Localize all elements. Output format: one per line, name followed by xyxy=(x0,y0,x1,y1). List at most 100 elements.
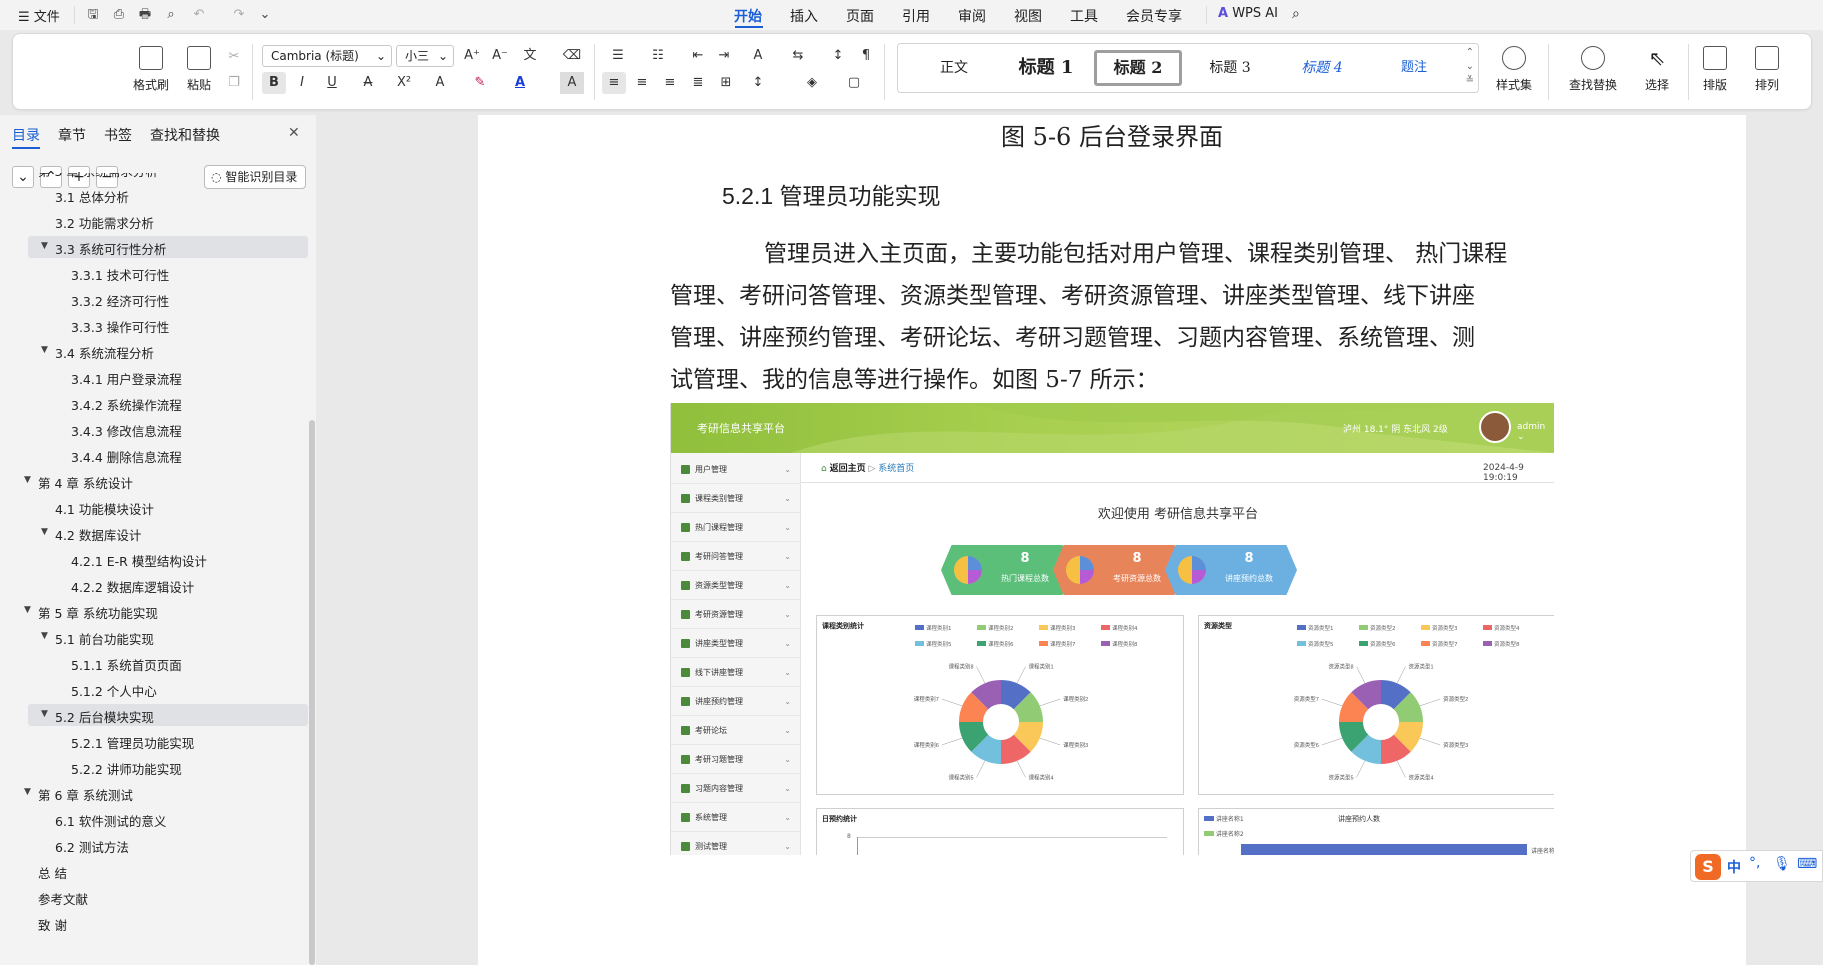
figure-menu-item[interactable]: 系统管理 ⌄ xyxy=(671,803,801,832)
expand-caret-icon[interactable]: ▼ xyxy=(24,605,31,615)
style-normal[interactable]: 正文 xyxy=(910,50,998,86)
phonetic-guide-icon[interactable]: 文 xyxy=(518,45,542,67)
expand-caret-icon[interactable]: ▼ xyxy=(24,787,31,797)
user-name[interactable]: admin ⌄ xyxy=(1517,422,1554,442)
superscript-icon[interactable]: X² xyxy=(392,72,416,94)
text-direction-icon[interactable]: ⇆ xyxy=(786,45,810,67)
expand-caret-icon[interactable]: ▼ xyxy=(41,631,48,641)
toc-item[interactable]: 3.1 总体分析 xyxy=(55,187,129,206)
figure-menu-item[interactable]: 热门课程管理 ⌄ xyxy=(671,513,801,542)
figure-menu-item[interactable]: 考研论坛 ⌄ xyxy=(671,716,801,745)
toc-item[interactable]: 3.3.2 经济可行性 xyxy=(71,291,169,310)
toc-item[interactable]: 4.2 数据库设计 xyxy=(55,525,141,544)
strikethrough-icon[interactable]: A xyxy=(356,72,380,94)
sort-icon[interactable]: ↕ xyxy=(826,45,850,67)
toc-item[interactable]: 5.2.1 管理员功能实现 xyxy=(71,733,194,752)
figure-menu-item[interactable]: 考研资源管理 ⌄ xyxy=(671,600,801,629)
ime-toolbar[interactable]: S 中 °, 🎙 ⌨ xyxy=(1690,850,1823,882)
wps-ai-button[interactable]: A WPS AI xyxy=(1218,6,1278,21)
paste-button[interactable]: 粘贴 xyxy=(176,46,222,93)
style-set-button[interactable]: 样式集 xyxy=(1486,46,1542,93)
figure-menu-item[interactable]: 线下讲座管理 ⌄ xyxy=(671,658,801,687)
cut-icon[interactable]: ✂ xyxy=(222,46,246,68)
toc-item[interactable]: 5.1.1 系统首页页面 xyxy=(71,655,182,674)
justify-icon[interactable]: ≣ xyxy=(686,72,710,94)
avatar[interactable] xyxy=(1479,411,1511,443)
italic-icon[interactable]: I xyxy=(290,72,314,94)
tab-view[interactable]: 视图 xyxy=(1014,6,1042,26)
bold-icon[interactable]: B xyxy=(262,72,286,94)
toc-item[interactable]: 5.2.2 讲师功能实现 xyxy=(71,759,182,778)
toc-item[interactable]: 第 5 章 系统功能实现 xyxy=(38,603,158,622)
figure-menu-item[interactable]: 资源类型管理 ⌄ xyxy=(671,571,801,600)
toc-item[interactable]: 第 3 章 系统需求分析 xyxy=(38,173,158,180)
tab-chapters[interactable]: 章节 xyxy=(58,125,86,145)
toc-item[interactable]: 6.2 测试方法 xyxy=(55,837,129,856)
tab-page[interactable]: 页面 xyxy=(846,6,874,26)
styles-scroll-icon[interactable]: ⌃ ⌄ ≚ xyxy=(1466,46,1474,88)
style-heading-1[interactable]: 标题 1 xyxy=(1002,50,1090,86)
show-marks-icon[interactable]: ¶ xyxy=(854,45,878,67)
file-menu[interactable]: ☰ 文件 xyxy=(18,6,60,25)
toc-item[interactable]: 3.4.4 删除信息流程 xyxy=(71,447,182,466)
grow-font-icon[interactable]: A⁺ xyxy=(460,45,484,67)
save-icon[interactable]: 🖫 xyxy=(84,6,102,24)
preview-icon[interactable]: ⌕ xyxy=(162,6,180,24)
copy-icon[interactable]: ❐ xyxy=(222,72,246,94)
font-size-select[interactable]: 小三 ⌄ xyxy=(396,45,454,67)
tab-insert[interactable]: 插入 xyxy=(790,6,818,26)
toc-item[interactable]: 5.1 前台功能实现 xyxy=(55,629,154,648)
expand-caret-icon[interactable]: ▼ xyxy=(41,345,48,355)
toc-item[interactable]: 3.3.3 操作可行性 xyxy=(71,317,169,336)
align-center-icon[interactable]: ≡ xyxy=(630,72,654,94)
chinese-layout-icon[interactable]: A xyxy=(746,45,770,67)
toc-item[interactable]: 3.3 系统可行性分析 xyxy=(55,239,166,258)
undo-icon[interactable]: ↶ xyxy=(190,6,208,24)
figure-menu-item[interactable]: 考研习题管理 ⌄ xyxy=(671,745,801,774)
breadcrumb-page[interactable]: 系统首页 xyxy=(878,464,914,474)
figure-menu-item[interactable]: 课程类别管理 ⌄ xyxy=(671,484,801,513)
text-effect-icon[interactable]: A xyxy=(428,72,452,94)
tab-tools[interactable]: 工具 xyxy=(1070,6,1098,26)
shading-icon[interactable]: ◈ xyxy=(800,72,824,94)
expand-caret-icon[interactable]: ▼ xyxy=(24,475,31,485)
ime-language[interactable]: 中 xyxy=(1727,857,1741,877)
sidebar-scrollbar[interactable] xyxy=(309,420,315,965)
tab-review[interactable]: 审阅 xyxy=(958,6,986,26)
toc-item[interactable]: 3.4.1 用户登录流程 xyxy=(71,369,182,388)
decrease-indent-icon[interactable]: ⇤ xyxy=(686,45,710,67)
toc-item[interactable]: 4.1 功能模块设计 xyxy=(55,499,154,518)
figure-menu-item[interactable]: 考研问答管理 ⌄ xyxy=(671,542,801,571)
font-color-icon[interactable]: A xyxy=(508,72,532,94)
figure-menu-item[interactable]: 测试管理 ⌄ xyxy=(671,832,801,855)
figure-screenshot[interactable]: 考研信息共享平台 泸州 18.1° 阴 东北风 2级 admin ⌄ ⌂ 返回主… xyxy=(670,403,1554,855)
redo-icon[interactable]: ↷ xyxy=(230,6,248,24)
char-shading-icon[interactable]: A xyxy=(560,72,584,94)
punctuation-icon[interactable]: °, xyxy=(1749,855,1760,871)
align-left-icon[interactable]: ≡ xyxy=(602,72,626,94)
style-caption[interactable]: 题注 xyxy=(1370,50,1458,86)
figure-menu-item[interactable]: 讲座预约管理 ⌄ xyxy=(671,687,801,716)
tab-references[interactable]: 引用 xyxy=(902,6,930,26)
highlight-icon[interactable]: ✎ xyxy=(468,72,492,94)
underline-icon[interactable]: U xyxy=(320,72,344,94)
expand-caret-icon[interactable]: ▼ xyxy=(41,527,48,537)
figure-menu-item[interactable]: 讲座类型管理 ⌄ xyxy=(671,629,801,658)
layout-button[interactable]: 排版 xyxy=(1692,46,1738,93)
toc-item[interactable]: 3.4.2 系统操作流程 xyxy=(71,395,182,414)
toc-item[interactable]: 第 6 章 系统测试 xyxy=(38,785,133,804)
select-button[interactable]: ⇖ 选择 xyxy=(1634,46,1680,93)
toc-item[interactable]: 致 谢 xyxy=(38,915,67,934)
arrange-button[interactable]: 排列 xyxy=(1744,46,1790,93)
print-icon[interactable]: 🖶 xyxy=(136,6,154,24)
bullet-list-icon[interactable]: ☰ xyxy=(606,45,630,67)
tab-toc[interactable]: 目录 xyxy=(12,125,40,145)
tab-bookmarks[interactable]: 书签 xyxy=(104,125,132,145)
figure-menu-item[interactable]: 习题内容管理 ⌄ xyxy=(671,774,801,803)
expand-caret-icon[interactable]: ▼ xyxy=(41,241,48,251)
expand-caret-icon[interactable]: ▼ xyxy=(41,709,48,719)
line-spacing-icon[interactable]: ↕ xyxy=(746,72,770,94)
toc-item[interactable]: 5.2 后台模块实现 xyxy=(55,707,154,726)
search-icon[interactable]: ⌕ xyxy=(1292,6,1300,22)
stat-card[interactable]: 8 讲座预约总数 xyxy=(1165,545,1297,595)
